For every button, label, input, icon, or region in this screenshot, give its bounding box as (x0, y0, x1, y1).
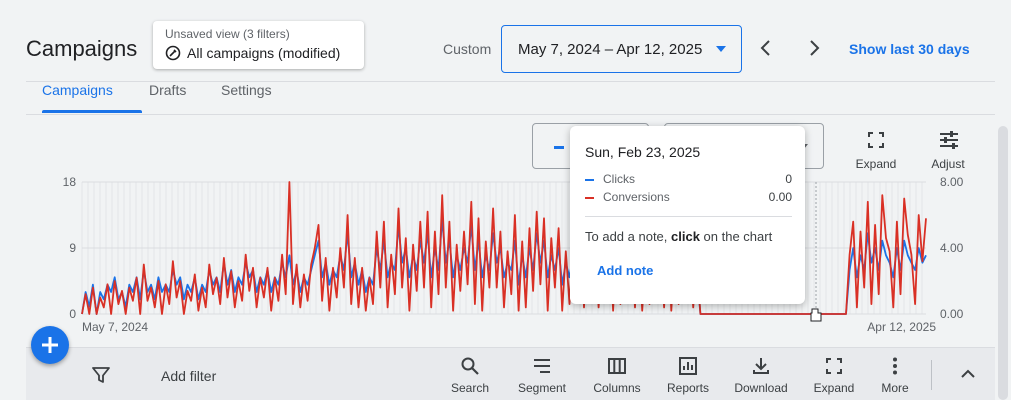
tooltip-metric-value: 0.00 (768, 190, 792, 204)
more-vert-icon (893, 357, 897, 375)
add-filter-button[interactable]: Add filter (161, 368, 216, 384)
tab-settings[interactable]: Settings (221, 82, 272, 114)
download-icon (753, 358, 769, 374)
columns-label: Columns (593, 381, 641, 395)
segment-button[interactable]: Segment (507, 354, 577, 398)
table-expand-label: Expand (813, 381, 855, 395)
page-header: Campaigns Unsaved view (3 filters) All c… (0, 0, 1011, 82)
chart-hover-tooltip: Sun, Feb 23, 2025 Clicks 0 Conversions 0… (570, 126, 805, 304)
tooltip-row-conversions: Conversions 0.00 (585, 190, 792, 206)
chevron-up-icon[interactable] (960, 366, 976, 382)
date-range-picker[interactable]: May 7, 2024 – Apr 12, 2025 (501, 25, 742, 73)
more-label: More (881, 381, 909, 395)
x-end-label: Apr 12, 2025 (867, 320, 936, 334)
line-chart[interactable]: 18 9 0 8.00 4.00 0.00 May 7, 2024 Apr 12, 2025 (26, 115, 995, 347)
view-name: All campaigns (modified) (187, 45, 341, 61)
segment-icon (534, 359, 550, 373)
y-left-tick-label: 0 (69, 307, 76, 321)
y-right-tick-label: 4.00 (940, 241, 964, 255)
performance-chart-card: Expand Adjust 18 9 0 8.00 4.00 0.00 May 7, 202… (26, 114, 995, 346)
tab-bar: Campaigns Drafts Settings (26, 82, 995, 114)
reports-button[interactable]: Reports (653, 354, 723, 398)
columns-button[interactable]: Columns (582, 354, 652, 398)
table-expand-button[interactable]: Expand (799, 354, 869, 398)
tooltip-metric-name: Clicks (603, 172, 635, 186)
reports-icon (679, 357, 697, 375)
y-right-tick-label: 0.00 (940, 307, 964, 321)
y-left-tick-label: 9 (69, 241, 76, 255)
tooltip-row-clicks: Clicks 0 (585, 172, 792, 188)
segment-label: Segment (517, 381, 567, 395)
create-new-fab[interactable] (31, 326, 69, 364)
filter-icon[interactable] (92, 366, 110, 384)
table-toolbar: Add filter Search Segment Columns Report… (26, 347, 995, 400)
chevron-left-icon[interactable] (756, 38, 776, 58)
tab-drafts[interactable]: Drafts (149, 82, 186, 114)
chevron-right-icon[interactable] (804, 38, 824, 58)
expand-icon (826, 358, 842, 374)
date-range-type-label: Custom (443, 41, 492, 57)
download-label: Download (734, 381, 788, 395)
view-filter-count: Unsaved view (3 filters) (165, 27, 290, 41)
tooltip-divider (585, 216, 792, 217)
date-range-value: May 7, 2024 – Apr 12, 2025 (518, 41, 703, 58)
search-icon (461, 357, 479, 375)
x-start-label: May 7, 2024 (82, 320, 148, 334)
download-button[interactable]: Download (726, 354, 796, 398)
conversions-legend-swatch (585, 197, 594, 199)
saved-view-selector[interactable]: Unsaved view (3 filters) All campaigns (… (153, 21, 364, 69)
dropdown-caret-icon (716, 46, 726, 52)
reports-label: Reports (666, 381, 710, 395)
active-tab-indicator (42, 110, 142, 113)
tooltip-date: Sun, Feb 23, 2025 (585, 144, 701, 160)
clicks-legend-swatch (585, 179, 594, 181)
search-button[interactable]: Search (435, 354, 505, 398)
add-note-link[interactable]: Add note (597, 263, 653, 278)
show-last-30-days-link[interactable]: Show last 30 days (849, 41, 970, 57)
y-left-tick-label: 18 (63, 175, 77, 189)
tooltip-metric-value: 0 (785, 172, 792, 186)
more-button[interactable]: More (860, 354, 930, 398)
tooltip-metric-name: Conversions (603, 190, 670, 204)
page-title: Campaigns (26, 36, 138, 61)
y-right-tick-label: 8.00 (940, 175, 964, 189)
columns-icon (608, 358, 626, 374)
tooltip-note-hint: To add a note, click on the chart (585, 229, 773, 244)
page-scrollbar[interactable] (998, 126, 1008, 400)
search-label: Search (450, 381, 490, 395)
view-modified-icon (165, 45, 181, 61)
plus-icon (42, 337, 58, 353)
toolbar-divider (931, 360, 932, 390)
